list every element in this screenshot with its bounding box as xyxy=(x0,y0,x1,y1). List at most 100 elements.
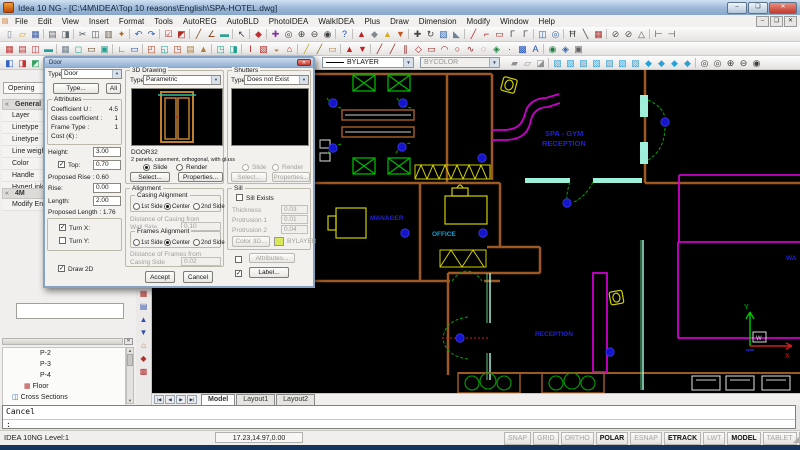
toolbar-icon[interactable] xyxy=(72,28,76,40)
strip-grid-icon[interactable]: ▩ xyxy=(138,366,150,377)
status-toggle-button[interactable]: SNAP xyxy=(504,432,531,445)
height-field[interactable]: 3.00 xyxy=(93,147,121,157)
zoom-window2-icon[interactable]: ◎ xyxy=(698,57,711,69)
toolbar-icon[interactable] xyxy=(296,43,300,55)
window-icon[interactable]: ▣ xyxy=(98,43,111,55)
toolbar-icon[interactable] xyxy=(463,28,467,40)
shutters-type-select[interactable]: Does not Exist▼ xyxy=(244,75,309,85)
roof-icon[interactable]: ▲ xyxy=(197,43,210,55)
line-icon[interactable]: ╱ xyxy=(467,28,480,40)
paste-icon[interactable]: ▥ xyxy=(102,28,115,40)
status-toggle-button[interactable]: GRID xyxy=(533,432,559,445)
zoom-in2-icon[interactable]: ⊕ xyxy=(724,57,737,69)
top-checkbox[interactable] xyxy=(58,161,65,168)
solid-cone-icon[interactable]: ▧ xyxy=(590,57,603,69)
zoom-out2-icon[interactable]: ⊖ xyxy=(737,57,750,69)
eraser-small-icon[interactable]: ▭ xyxy=(326,43,339,55)
4m-orange-icon[interactable]: ▼ xyxy=(394,28,407,40)
polyline-icon[interactable]: ⌐ xyxy=(480,28,493,40)
status-toggle-button[interactable]: TABLET xyxy=(763,432,797,445)
sill-exists-checkbox[interactable] xyxy=(236,194,243,201)
toolbar-icon[interactable] xyxy=(111,43,115,55)
tree-item[interactable]: ▦ Floor xyxy=(3,381,125,392)
chevron-down-icon[interactable]: ▼ xyxy=(403,58,413,67)
toolbar-icon[interactable] xyxy=(605,28,609,40)
frames-1st-radio[interactable] xyxy=(133,239,140,246)
top-field[interactable]: 0.70 xyxy=(93,160,121,170)
pencil-icon[interactable]: ╱ xyxy=(300,43,313,55)
materials-icon[interactable]: ◈ xyxy=(559,43,572,55)
casing-2nd-radio[interactable] xyxy=(193,203,200,210)
wall-icon[interactable]: ▦ xyxy=(59,43,72,55)
ramp-icon[interactable]: ▤ xyxy=(184,43,197,55)
idea-cyan-icon[interactable]: ▬ xyxy=(42,43,55,55)
status-toggle-button[interactable]: ORTHO xyxy=(561,432,594,445)
dialog-close-icon[interactable]: ✕ xyxy=(297,59,311,66)
linetype-dropdown[interactable]: BYLAYER ▼ xyxy=(322,57,414,68)
match-props-icon[interactable]: ✦ xyxy=(115,28,128,40)
column-icon[interactable]: ∟ xyxy=(115,43,128,55)
toolbar-icon[interactable] xyxy=(547,57,551,69)
toolbar-icon[interactable] xyxy=(265,28,269,40)
draw-block-icon[interactable]: ◈ xyxy=(490,43,503,55)
property-value-input[interactable] xyxy=(16,303,124,319)
menu-item[interactable]: WalkIDEA xyxy=(313,17,359,26)
array-icon[interactable]: ▧ xyxy=(437,28,450,40)
scroll-down-icon[interactable]: ▼ xyxy=(128,398,132,403)
mdi-button[interactable]: ❏ xyxy=(770,16,783,27)
toolbar-icon[interactable] xyxy=(351,28,355,40)
wall-double-icon[interactable]: ◻ xyxy=(72,43,85,55)
casing-center-radio[interactable] xyxy=(164,203,171,210)
attributes-checkbox[interactable] xyxy=(235,256,242,263)
tree-item[interactable]: ◫ Cross Sections xyxy=(3,392,125,403)
check-icon[interactable]: ☑ xyxy=(162,28,175,40)
scroll-up-icon[interactable]: ▲ xyxy=(128,348,132,353)
open-icon[interactable]: ▱ xyxy=(16,28,29,40)
tree-item[interactable]: P-4 xyxy=(3,370,125,381)
chevron-down-icon[interactable]: ▼ xyxy=(299,76,308,84)
draw-line-icon[interactable]: ╱ xyxy=(373,43,386,55)
toolbar-icon[interactable] xyxy=(240,43,244,55)
strip-home-icon[interactable]: ⌂ xyxy=(138,340,150,351)
pencil2-icon[interactable]: ╱ xyxy=(313,43,326,55)
all-button[interactable]: All xyxy=(106,83,121,94)
render-icon[interactable]: ◉ xyxy=(546,43,559,55)
redo-icon[interactable]: ↷ xyxy=(145,28,158,40)
solid-sphere-icon[interactable]: ▧ xyxy=(564,57,577,69)
layout-tab[interactable]: Model xyxy=(201,394,235,406)
4m-gray-icon[interactable]: ◆ xyxy=(368,28,381,40)
draw-rect-icon[interactable]: ▭ xyxy=(425,43,438,55)
turn-x-checkbox[interactable] xyxy=(59,224,66,231)
toolbar-icon[interactable] xyxy=(188,28,192,40)
copy-icon[interactable]: ◫ xyxy=(89,28,102,40)
save-icon[interactable]: ▦ xyxy=(29,28,42,40)
status-toggle-button[interactable]: ETRACK xyxy=(664,432,701,445)
solid-extrude-icon[interactable]: ▧ xyxy=(629,57,642,69)
cancel-button[interactable]: Cancel xyxy=(183,271,213,283)
draw-spline-icon[interactable]: ∿ xyxy=(464,43,477,55)
menu-item[interactable]: Format xyxy=(114,17,149,26)
properties-category-tab[interactable]: Opening xyxy=(3,82,47,94)
close-button[interactable]: ✕ xyxy=(769,2,797,14)
osnap-icon[interactable]: ╲ xyxy=(579,28,592,40)
angle-icon[interactable]: ∠ xyxy=(205,28,218,40)
toolbar-icon[interactable] xyxy=(210,43,214,55)
document-icon[interactable]: ▤ xyxy=(0,17,10,25)
toolbar-icon[interactable] xyxy=(339,43,343,55)
render-radio[interactable] xyxy=(176,164,183,171)
strip-down-icon[interactable]: ▼ xyxy=(138,327,150,338)
collapse-icon[interactable]: « xyxy=(5,100,9,110)
slide-radio[interactable] xyxy=(143,164,150,171)
help-icon[interactable]: ? xyxy=(338,28,351,40)
idea-grid-icon[interactable]: ▦ xyxy=(3,43,16,55)
endcap-left-icon[interactable]: ⊢ xyxy=(652,28,665,40)
scrollbar-thumb[interactable] xyxy=(127,354,133,366)
panel-close-icon[interactable]: ✕ xyxy=(124,338,133,345)
eraser-icon[interactable]: ▰ xyxy=(508,57,521,69)
properties-button[interactable]: Properties... xyxy=(178,172,223,182)
menu-item[interactable]: Help xyxy=(534,17,560,26)
toolbar-icon[interactable] xyxy=(369,43,373,55)
draw-xline-icon[interactable]: ╱ xyxy=(386,43,399,55)
solid-cylinder-icon[interactable]: ▧ xyxy=(577,57,590,69)
command-prompt[interactable]: : xyxy=(6,420,11,429)
